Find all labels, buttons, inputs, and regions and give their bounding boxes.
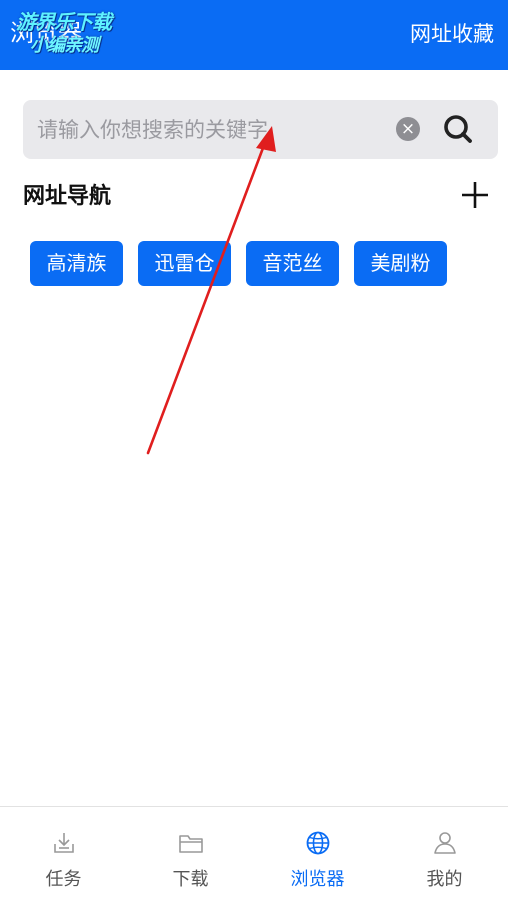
- tab-mine[interactable]: 我的: [381, 807, 508, 901]
- tab-downloads-label: 下载: [172, 869, 209, 890]
- page-title: 浏览器: [10, 19, 82, 47]
- tab-browser-label: 浏览器: [290, 869, 345, 890]
- globe-icon: [306, 831, 329, 855]
- tab-tasks[interactable]: 任务: [0, 807, 127, 901]
- search-bar: ×: [23, 100, 498, 159]
- plus-icon[interactable]: [458, 178, 492, 212]
- nav-chip-meijufen[interactable]: 美剧粉: [354, 241, 447, 286]
- nav-chip-yinfansi[interactable]: 音范丝: [246, 241, 339, 286]
- nav-chip-xunleicang[interactable]: 迅雷仓: [138, 241, 231, 286]
- nav-section-title: 网址导航: [23, 184, 112, 209]
- top-bar: 浏览器 游界乐下载 小编亲测 网址收藏: [0, 0, 508, 70]
- search-input[interactable]: [37, 100, 387, 159]
- tab-downloads[interactable]: 下载: [127, 807, 254, 901]
- task-inbox-icon: [53, 833, 74, 853]
- tab-tasks-label: 任务: [45, 869, 82, 890]
- folder-icon: [178, 835, 203, 853]
- nav-chip-gaoqingzu[interactable]: 高清族: [30, 241, 123, 286]
- bookmarks-button[interactable]: 网址收藏: [410, 18, 494, 50]
- clear-icon[interactable]: ×: [396, 117, 420, 141]
- tab-browser[interactable]: 浏览器: [254, 807, 381, 901]
- person-icon: [433, 832, 456, 854]
- bottom-tab-bar: 任务 下载 浏览器 我的: [0, 806, 508, 901]
- search-icon[interactable]: [441, 112, 477, 148]
- tab-mine-label: 我的: [426, 869, 463, 890]
